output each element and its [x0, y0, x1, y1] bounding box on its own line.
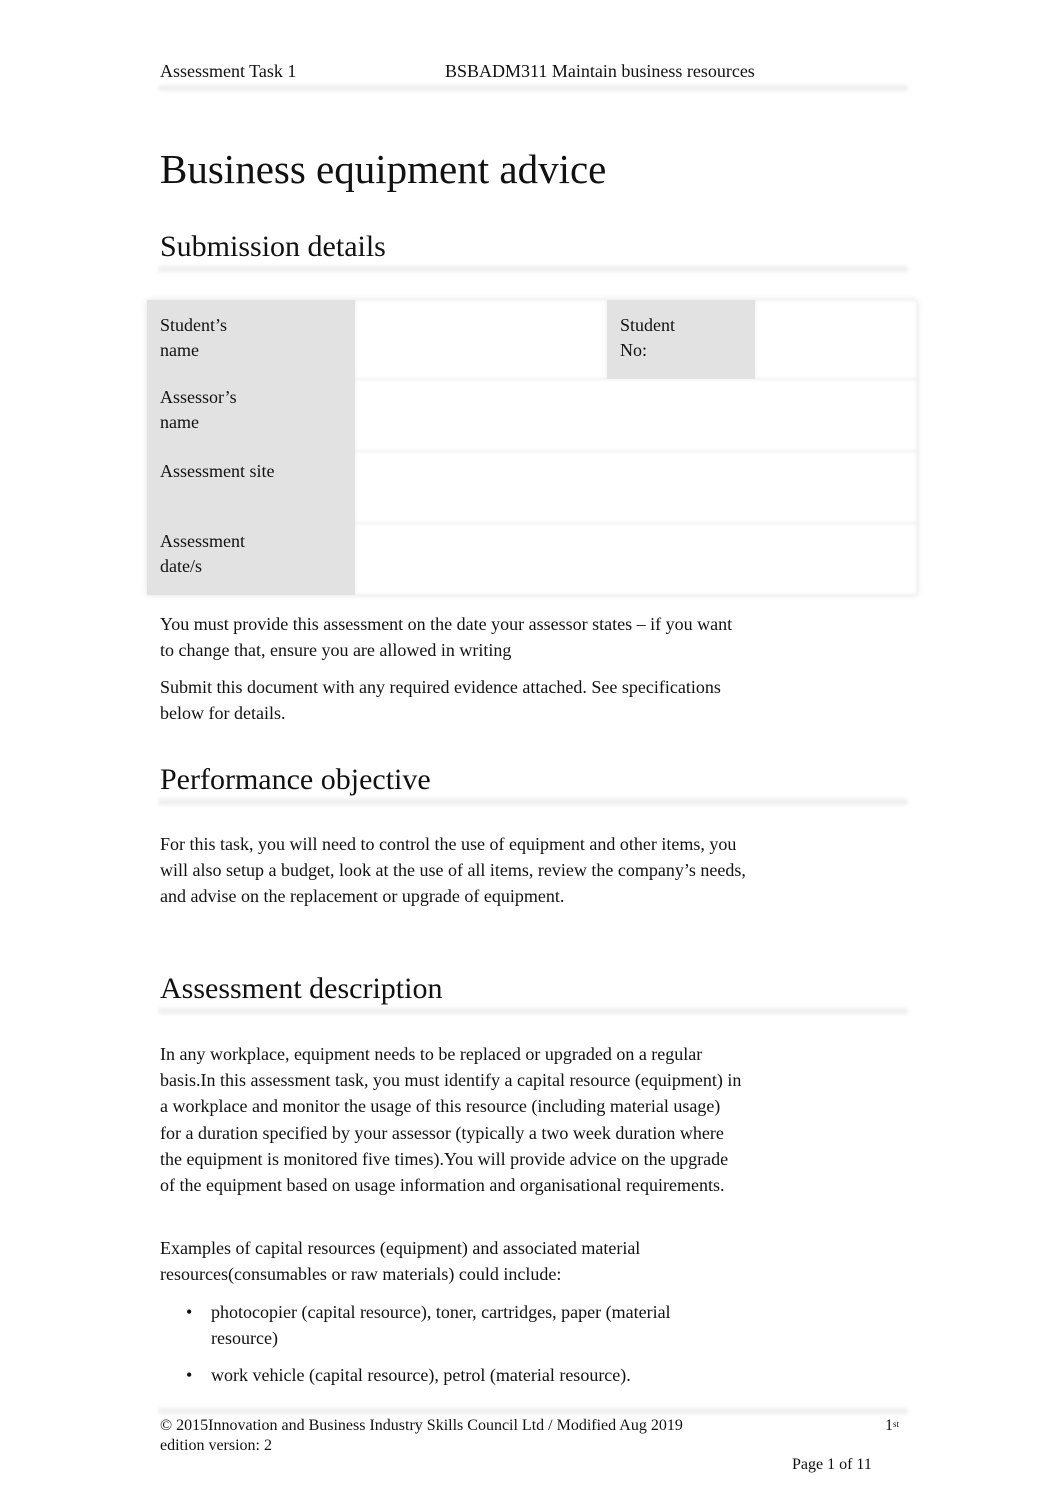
submission-note-evidence: Submit this document with any required e…: [160, 677, 721, 724]
footer-copyright: © 2015Innovation and Business Industry S…: [160, 1417, 683, 1434]
student-no-field[interactable]: [755, 300, 917, 379]
list-item-text: photocopier (capital resource), toner, c…: [211, 1302, 671, 1348]
assessment-dates-label-text: Assessment date/s: [160, 531, 245, 576]
assessor-name-label-text: Assessor’s name: [160, 387, 237, 432]
edition-number: 1: [885, 1417, 893, 1434]
assessment-dates-label: Assessment date/s: [147, 523, 355, 595]
performance-text: For this task, you will need to control …: [160, 834, 746, 907]
footer-divider: [158, 1406, 908, 1416]
footer-edition-number: 1st: [885, 1416, 899, 1436]
performance-heading: Performance objective: [160, 763, 431, 796]
description-heading: Assessment description: [160, 972, 443, 1005]
footer-edition-version: edition version: 2: [160, 1437, 272, 1454]
list-item: • photocopier (capital resource), toner,…: [160, 1300, 731, 1351]
header-unit-title: BSBADM311 Maintain business resources: [445, 61, 755, 81]
edition-suffix: st: [893, 1419, 900, 1429]
page-title: Business equipment advice: [160, 146, 607, 192]
assessor-name-label: Assessor’s name: [147, 379, 355, 451]
bullet-icon: •: [186, 1302, 193, 1322]
student-name-label: Student’s name: [147, 300, 355, 379]
bullet-icon: •: [186, 1365, 193, 1385]
submission-note-date: You must provide this assessment on the …: [160, 614, 733, 661]
assessment-site-field[interactable]: [355, 451, 917, 523]
assessor-name-field[interactable]: [355, 379, 917, 451]
header-divider: [158, 83, 908, 93]
performance-divider: [158, 797, 908, 807]
assessment-site-label-text: Assessment site: [160, 461, 275, 481]
submission-heading: Submission details: [160, 230, 386, 263]
submission-table: Student’s name Student No: Assessor’s na…: [147, 300, 917, 595]
student-no-label-text: Student No:: [620, 315, 676, 360]
examples-list: • photocopier (capital resource), toner,…: [160, 1300, 760, 1389]
description-divider: [158, 1006, 908, 1016]
submission-divider: [158, 264, 908, 274]
header-task-label: Assessment Task 1: [160, 61, 297, 81]
assessment-dates-field[interactable]: [355, 523, 917, 595]
assessment-site-label: Assessment site: [147, 451, 355, 523]
page-number: Page 1 of 11: [792, 1456, 872, 1473]
description-paragraph: In any workplace, equipment needs to be …: [160, 1044, 742, 1196]
student-name-field[interactable]: [355, 300, 607, 379]
student-no-label: Student No:: [607, 300, 755, 379]
list-item-text: work vehicle (capital resource), petrol …: [211, 1365, 631, 1385]
examples-intro: Examples of capital resources (equipment…: [160, 1238, 641, 1285]
student-name-label-text: Student’s name: [160, 315, 228, 360]
list-item: • work vehicle (capital resource), petro…: [160, 1363, 760, 1389]
